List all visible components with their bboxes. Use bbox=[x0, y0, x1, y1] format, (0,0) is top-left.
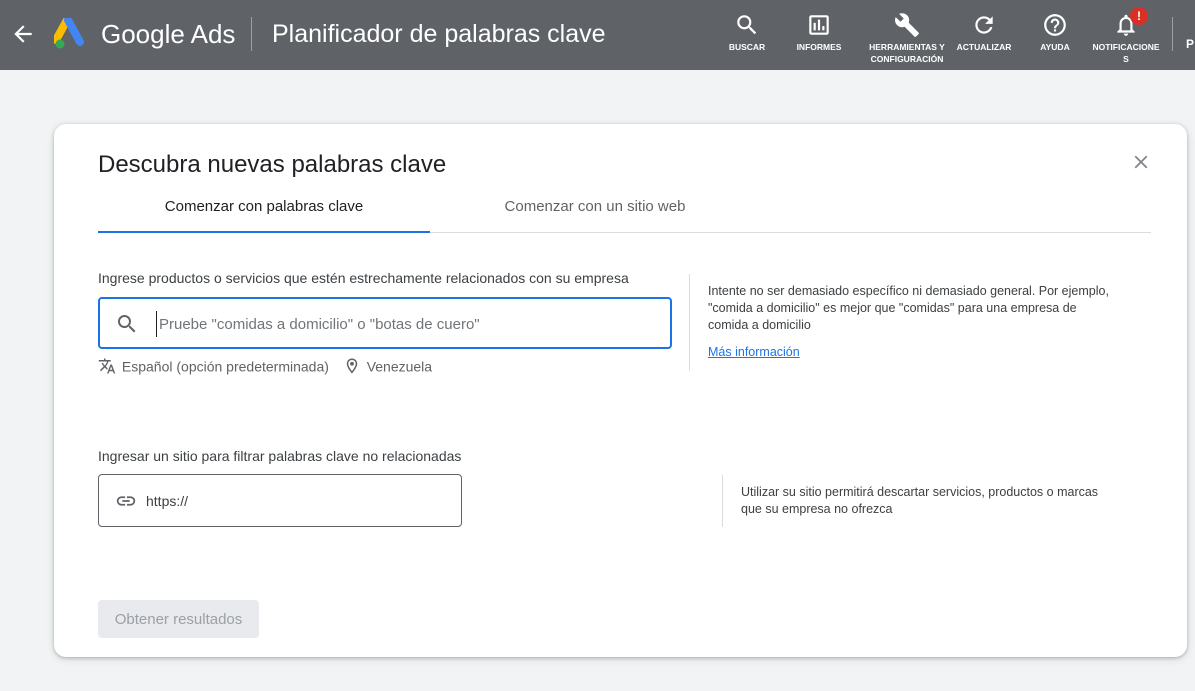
wrench-icon bbox=[895, 13, 919, 37]
location-link[interactable]: Venezuela bbox=[367, 358, 432, 374]
reports-tool-button[interactable]: INFORMES bbox=[783, 12, 855, 53]
arrow-back-icon[interactable] bbox=[10, 21, 36, 47]
keywords-hint-divider bbox=[689, 274, 690, 371]
header-divider bbox=[251, 17, 252, 51]
site-hint-divider bbox=[722, 475, 723, 527]
header-divider-right bbox=[1172, 17, 1173, 51]
reports-icon bbox=[809, 15, 829, 35]
site-filter-label: Ingresar un sitio para filtrar palabras … bbox=[98, 448, 462, 464]
location-pin-icon bbox=[346, 358, 358, 374]
tools-settings-label: HERRAMIENTAS Y CONFIGURACIÓN bbox=[869, 42, 945, 64]
help-tool-button[interactable]: AYUDA bbox=[1019, 12, 1091, 53]
translate-icon bbox=[98, 358, 116, 374]
dialog-title: Descubra nuevas palabras clave bbox=[98, 151, 447, 178]
site-url-box[interactable] bbox=[98, 474, 462, 527]
tab-start-with-website[interactable]: Comenzar con un sitio web bbox=[430, 194, 760, 233]
notifications-tool-label: NOTIFICACIONES bbox=[1092, 42, 1160, 64]
help-tool-label: AYUDA bbox=[1040, 42, 1070, 52]
keywords-input[interactable] bbox=[156, 311, 656, 337]
tab-start-with-keywords[interactable]: Comenzar con palabras clave bbox=[98, 194, 430, 233]
language-location-row: Español (opción predeterminada) Venezuel… bbox=[98, 357, 432, 377]
brand-name: Google Ads bbox=[101, 19, 236, 49]
link-icon bbox=[116, 496, 136, 506]
site-hint-text: Utilizar su sitio permitirá descartar se… bbox=[741, 485, 1099, 516]
top-app-bar: Google Ads Planificador de palabras clav… bbox=[0, 0, 1195, 70]
refresh-tool-label: ACTUALIZAR bbox=[956, 42, 1012, 52]
more-info-link[interactable]: Más información bbox=[708, 345, 800, 359]
notification-badge: ! bbox=[1130, 7, 1148, 25]
reports-tool-label: INFORMES bbox=[796, 42, 842, 52]
refresh-tool-button[interactable]: ACTUALIZAR bbox=[948, 12, 1020, 53]
keywords-field-label: Ingrese productos o servicios que estén … bbox=[98, 270, 629, 286]
keywords-search-box[interactable] bbox=[98, 297, 672, 349]
tools-settings-button[interactable]: HERRAMIENTAS Y CONFIGURACIÓN bbox=[865, 12, 949, 65]
active-tab-indicator bbox=[98, 231, 430, 233]
search-icon bbox=[118, 315, 136, 333]
search-icon bbox=[737, 15, 757, 35]
keywords-hint-text: Intente no ser demasiado específico ni d… bbox=[708, 284, 1109, 332]
site-url-input[interactable] bbox=[146, 489, 446, 513]
refresh-icon bbox=[975, 16, 993, 34]
help-icon bbox=[1044, 14, 1066, 36]
notifications-tool-button[interactable]: ! NOTIFICACIONES bbox=[1090, 7, 1162, 65]
close-icon[interactable] bbox=[1130, 151, 1152, 173]
google-ads-logo-icon bbox=[54, 18, 84, 49]
language-link[interactable]: Español (opción predeterminada) bbox=[122, 358, 329, 374]
search-tool-label: BUSCAR bbox=[728, 42, 766, 52]
page-title: Planificador de palabras clave bbox=[272, 20, 606, 48]
discover-keywords-dialog: Descubra nuevas palabras clave Comenzar … bbox=[54, 124, 1187, 657]
account-edge-text: P bbox=[1186, 37, 1195, 51]
get-results-button[interactable]: Obtener resultados bbox=[98, 600, 259, 638]
search-tool-button[interactable]: BUSCAR bbox=[711, 12, 783, 53]
